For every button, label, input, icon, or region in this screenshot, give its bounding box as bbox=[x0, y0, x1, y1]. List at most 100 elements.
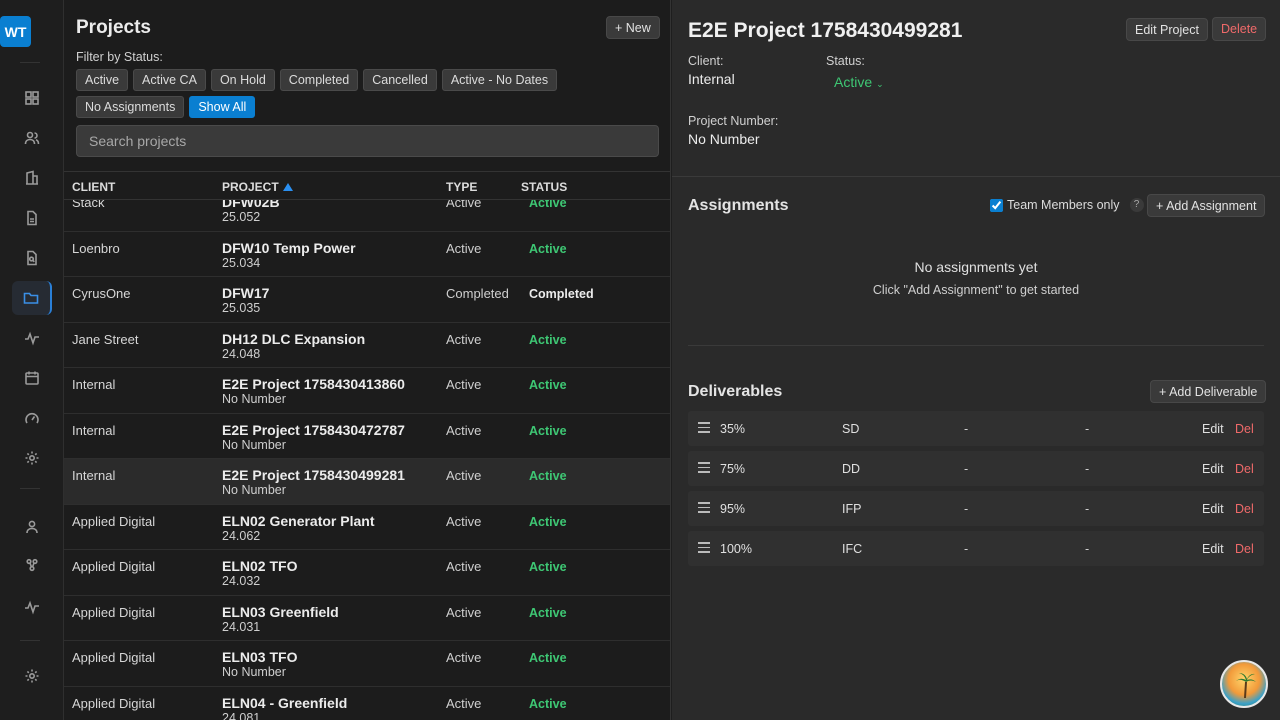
sidebar-item-people[interactable] bbox=[12, 121, 52, 155]
bottom-settings-icon bbox=[25, 669, 39, 683]
delete-deliverable-button[interactable]: Del bbox=[1235, 422, 1254, 436]
sidebar-item-settings[interactable] bbox=[12, 441, 52, 475]
table-row[interactable]: Applied Digital ELN04 - Greenfield 24.081 A… bbox=[64, 687, 670, 720]
sidebar-divider bbox=[20, 640, 40, 641]
sidebar-item-activity[interactable] bbox=[12, 321, 52, 355]
new-project-button[interactable]: + New bbox=[606, 16, 660, 39]
row-type: Active bbox=[446, 377, 482, 392]
document-icon bbox=[27, 210, 37, 226]
drag-handle-icon[interactable] bbox=[698, 502, 710, 516]
help-icon[interactable]: ? bbox=[1129, 198, 1144, 212]
table-row[interactable]: Internal E2E Project 1758430472787 No Numb… bbox=[64, 414, 670, 459]
sidebar-item-dashboard[interactable] bbox=[12, 81, 52, 115]
row-type: Active bbox=[446, 240, 482, 256]
table-row[interactable]: Internal E2E Project 1758430413860 No Numb… bbox=[64, 368, 670, 414]
sidebar-item-calendar[interactable] bbox=[12, 361, 52, 395]
row-project-number: 25.052 bbox=[222, 210, 261, 224]
row-client: Internal bbox=[72, 422, 116, 438]
add-deliverable-button[interactable]: + Add Deliverable bbox=[1150, 380, 1267, 403]
row-type: Active bbox=[446, 650, 482, 665]
deliverable-code: SD bbox=[842, 422, 860, 436]
no-assignments-hint: Click "Add Assignment" to get started bbox=[872, 283, 1080, 297]
edit-deliverable-button[interactable]: Edit bbox=[1202, 462, 1224, 476]
row-project-number: No Number bbox=[222, 392, 286, 406]
delete-project-button[interactable]: Delete bbox=[1212, 17, 1267, 41]
table-row[interactable]: CyrusOne DFW17 25.035 Completed Completed bbox=[64, 277, 670, 323]
folder-icon bbox=[23, 292, 39, 304]
filter-show-all[interactable]: Show All bbox=[189, 96, 256, 118]
sidebar-item-reports[interactable] bbox=[12, 241, 52, 275]
table-row[interactable]: Applied Digital ELN02 TFO 24.032 Active Acti… bbox=[64, 550, 670, 596]
add-assignment-button[interactable]: + Add Assignment bbox=[1147, 194, 1266, 217]
table-row[interactable]: Internal E2E Project 1758430499281 No Numb… bbox=[64, 459, 670, 505]
project-title: E2E Project 1758430499281 bbox=[688, 19, 963, 42]
table-row[interactable]: Stack DFW02B 25.052 Active Active bbox=[64, 200, 670, 232]
table-row[interactable]: Applied Digital ELN03 TFO No Number Active A… bbox=[64, 641, 670, 687]
team-members-only-checkbox[interactable] bbox=[990, 198, 1003, 212]
row-project-name: E2E Project 1758430413860 bbox=[222, 376, 405, 392]
filter-cancelled[interactable]: Cancelled bbox=[363, 69, 437, 91]
filter-on-hold[interactable]: On Hold bbox=[210, 69, 275, 91]
deliverable-date: - bbox=[964, 542, 969, 556]
delete-deliverable-button[interactable]: Del bbox=[1235, 462, 1254, 476]
row-client: Loenbro bbox=[72, 240, 120, 256]
delete-deliverable-button[interactable]: Del bbox=[1235, 542, 1254, 556]
drag-handle-icon[interactable] bbox=[698, 462, 710, 476]
row-project-name: DFW10 Temp Power bbox=[222, 239, 356, 256]
row-project-number: No Number bbox=[222, 665, 286, 679]
deliverable-date: - bbox=[1085, 502, 1090, 516]
table-row[interactable]: Loenbro DFW10 Temp Power 25.034 Active Activ… bbox=[64, 232, 670, 277]
filter-active-no-dates[interactable]: Active - No Dates bbox=[441, 69, 558, 91]
calendar-icon bbox=[25, 371, 39, 385]
deliverable-percent: 100% bbox=[720, 542, 752, 556]
row-project-number: 24.032 bbox=[222, 574, 261, 588]
search-projects-input[interactable] bbox=[76, 125, 659, 157]
drag-handle-icon[interactable] bbox=[698, 422, 710, 436]
edit-project-button[interactable]: Edit Project bbox=[1126, 18, 1208, 41]
sidebar-item-admin[interactable] bbox=[12, 510, 52, 544]
table-row[interactable]: Applied Digital ELN02 Generator Plant 24.0… bbox=[64, 505, 670, 550]
app-logo[interactable]: WT bbox=[0, 16, 31, 47]
user-avatar[interactable] bbox=[1220, 660, 1268, 708]
projects-table-header: CLIENT PROJECT TYPE STATUS bbox=[64, 171, 670, 200]
settings-icon bbox=[25, 451, 39, 465]
sidebar-item-documents[interactable] bbox=[12, 201, 52, 235]
filter-no-assignments[interactable]: No Assignments bbox=[76, 96, 185, 118]
column-status[interactable]: STATUS bbox=[521, 180, 567, 194]
project-number-value: No Number bbox=[688, 131, 760, 147]
activity-icon bbox=[25, 331, 39, 346]
row-status: Active bbox=[529, 605, 567, 620]
filter-active-ca[interactable]: Active CA bbox=[133, 69, 206, 91]
column-type[interactable]: TYPE bbox=[446, 180, 477, 194]
project-number-label: Project Number: bbox=[688, 114, 779, 128]
row-client: CyrusOne bbox=[72, 286, 131, 301]
column-client[interactable]: CLIENT bbox=[72, 180, 115, 194]
pulse-icon bbox=[25, 600, 39, 615]
deliverable-row: 95% IFP - - Edit Del bbox=[688, 491, 1264, 526]
table-row[interactable]: Jane Street DH12 DLC Expansion 24.048 Activ… bbox=[64, 323, 670, 368]
sidebar-item-projects[interactable] bbox=[12, 281, 52, 315]
edit-deliverable-button[interactable]: Edit bbox=[1202, 502, 1224, 516]
sidebar-item-monitoring[interactable] bbox=[12, 590, 52, 624]
deliverable-code: IFP bbox=[842, 502, 862, 516]
edit-deliverable-button[interactable]: Edit bbox=[1202, 422, 1224, 436]
row-client: Jane Street bbox=[72, 331, 139, 347]
table-row[interactable]: Applied Digital ELN03 Greenfield 24.031 Act… bbox=[64, 596, 670, 641]
sidebar-item-clients[interactable] bbox=[12, 161, 52, 195]
edit-deliverable-button[interactable]: Edit bbox=[1202, 542, 1224, 556]
status-dropdown[interactable]: Active ⌄ bbox=[834, 74, 884, 90]
team-members-only-toggle[interactable]: Team Members only ? bbox=[990, 198, 1144, 212]
row-type: Completed bbox=[446, 286, 509, 301]
sidebar-item-metrics[interactable] bbox=[12, 401, 52, 435]
sidebar-item-preferences[interactable] bbox=[12, 659, 52, 693]
column-project[interactable]: PROJECT bbox=[222, 180, 293, 194]
sidebar-item-integrations[interactable] bbox=[12, 548, 52, 582]
row-status: Active bbox=[529, 514, 567, 529]
row-type: Active bbox=[446, 604, 482, 620]
filter-active[interactable]: Active bbox=[76, 69, 129, 91]
row-project-name: ELN02 Generator Plant bbox=[222, 512, 375, 529]
drag-handle-icon[interactable] bbox=[698, 542, 710, 556]
row-project-name: ELN03 Greenfield bbox=[222, 603, 339, 620]
delete-deliverable-button[interactable]: Del bbox=[1235, 502, 1254, 516]
filter-completed[interactable]: Completed bbox=[279, 69, 359, 91]
